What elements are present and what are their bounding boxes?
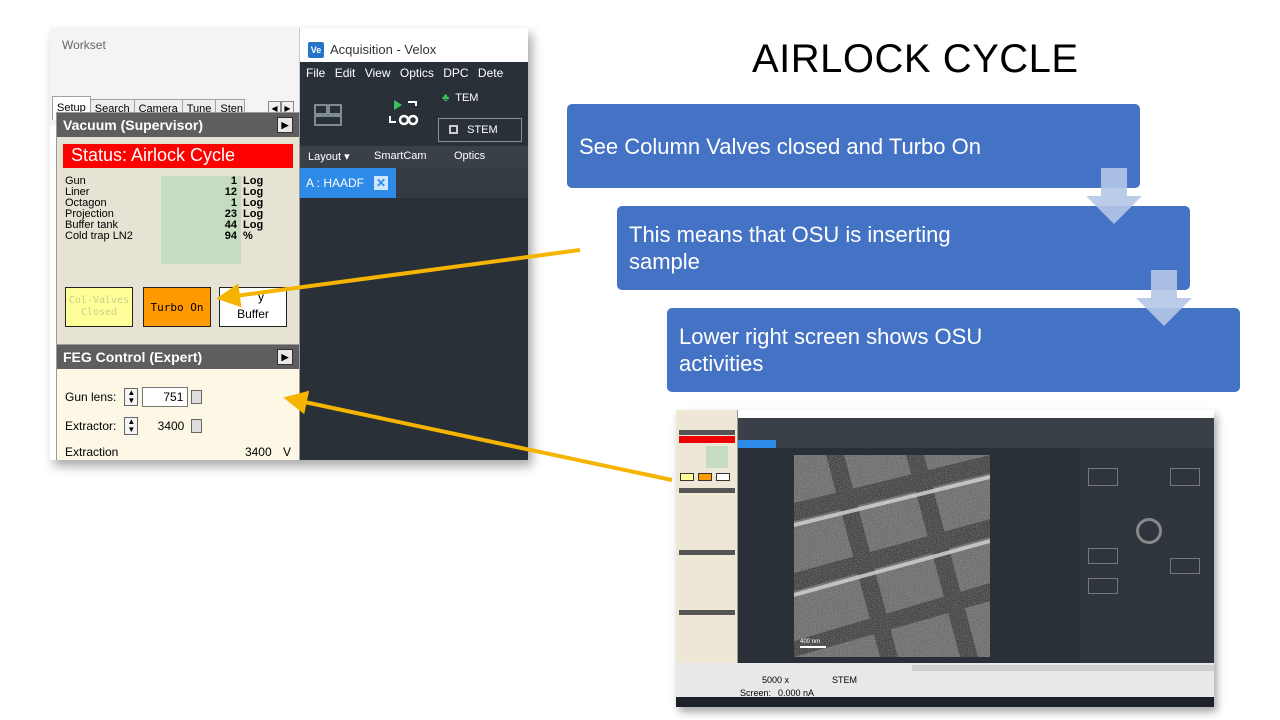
thumb-turbo-button xyxy=(698,473,712,481)
gun-lens-menu-icon[interactable] xyxy=(191,390,203,404)
gun-lens-spinner-icon[interactable]: ▲ ▼ xyxy=(124,388,139,406)
velox-window-title: Acquisition - Velox xyxy=(330,42,437,57)
vacuum-panel: Vacuum (Supervisor) ▶ Status: Airlock Cy… xyxy=(56,112,300,348)
tem-label: TEM xyxy=(455,92,479,104)
slide-title: AIRLOCK CYCLE xyxy=(752,37,1079,81)
extractor-row: Extractor: ▲ ▼ 3400 xyxy=(65,417,203,435)
stem-icon xyxy=(449,125,458,134)
velox-group-labels: Layout ▾ SmartCam Optics xyxy=(300,146,528,168)
tem-mode-button[interactable]: ♣ TEM xyxy=(442,92,478,104)
vacuum-labels: Gun Liner Octagon Projection Buffer tank… xyxy=(65,176,133,242)
thumb-status-bar xyxy=(679,436,735,443)
vacuum-value: 94 xyxy=(224,230,237,242)
vacuum-title-text: Vacuum (Supervisor) xyxy=(63,117,204,133)
buffer-button-label: Buffer xyxy=(237,306,269,321)
thumb-titlebar xyxy=(738,410,1214,418)
tab-a-haadf-label: A : HAADF xyxy=(306,176,365,190)
extractor-value[interactable]: 3400 xyxy=(142,419,188,433)
extraction-value: 3400 xyxy=(244,445,272,459)
thumb-right-panel xyxy=(1080,448,1214,663)
workset-title: Workset xyxy=(50,28,300,64)
vacuum-status: Status: Airlock Cycle xyxy=(63,144,293,168)
panel-expand-icon[interactable]: ▶ xyxy=(277,349,293,365)
vacuum-readings: Gun Liner Octagon Projection Buffer tank… xyxy=(57,176,299,274)
stem-mode-button[interactable]: STEM xyxy=(438,118,522,142)
osu-screen-thumbnail: 400 nm 5000 x STEM Screen: 0.000 nA xyxy=(676,410,1214,707)
step-3-text: Lower right screen shows OSU activities xyxy=(679,324,983,376)
optics-label: Optics xyxy=(454,150,486,162)
down-arrow-icon xyxy=(1086,168,1142,224)
vacuum-label: Cold trap LN2 xyxy=(65,230,133,242)
velox-logo: Ve xyxy=(308,41,324,58)
menu-edit[interactable]: Edit xyxy=(335,66,356,80)
menu-optics[interactable]: Optics xyxy=(400,66,434,80)
vacuum-values: 1 12 1 23 44 94 xyxy=(161,176,241,242)
vacuum-unit: % xyxy=(243,230,253,242)
gun-lens-input[interactable]: 751 xyxy=(142,387,189,407)
menu-dpc[interactable]: DPC xyxy=(443,66,468,80)
close-icon[interactable]: ✕ xyxy=(374,176,389,190)
thumb-stem-image xyxy=(794,455,990,657)
thumb-left-panel xyxy=(676,410,738,663)
down-arrow-icon xyxy=(1136,270,1192,326)
tab-a-haadf[interactable]: A : HAADF ✕ xyxy=(300,168,396,198)
panel-expand-icon[interactable]: ▶ xyxy=(277,117,293,133)
velox-window: Ve Acquisition - Velox File Edit View Op… xyxy=(300,28,528,460)
velox-titlebar: Ve Acquisition - Velox xyxy=(300,28,528,62)
menu-file[interactable]: File xyxy=(306,66,325,80)
thumb-buffer-button xyxy=(716,473,730,481)
layout-dropdown[interactable]: Layout ▾ xyxy=(300,146,370,168)
step-1-box: See Column Valves closed and Turbo On xyxy=(567,104,1140,188)
smartcam-label: SmartCam xyxy=(374,150,427,162)
thumb-vacuum-values xyxy=(706,446,728,468)
vacuum-panel-title: Vacuum (Supervisor) ▶ xyxy=(57,113,299,137)
tem-icon: ♣ xyxy=(442,92,450,104)
thumb-scale-bar xyxy=(800,646,826,648)
gun-lens-row: Gun lens: ▲ ▼ 751 xyxy=(65,387,203,407)
extraction-readout: 3400 V xyxy=(245,445,291,459)
extractor-menu-icon[interactable] xyxy=(191,419,203,433)
extraction-unit: V xyxy=(282,445,291,459)
stem-label: STEM xyxy=(467,124,498,136)
extraction-label: Extraction xyxy=(65,445,119,459)
col-valves-closed-button[interactable]: Col-Valves Closed xyxy=(65,287,133,327)
turbo-on-button[interactable]: Turbo On xyxy=(143,287,211,327)
vacuum-value: 12 xyxy=(224,186,237,198)
velox-ribbon: ♣ TEM STEM xyxy=(300,86,528,146)
vacuum-buttons: Col-Valves Closed Turbo On y Buffer xyxy=(57,287,301,327)
velox-menubar: File Edit View Optics DPC Dete xyxy=(300,62,528,86)
buffer-button[interactable]: y Buffer xyxy=(219,287,287,327)
extractor-spinner-icon[interactable]: ▲ ▼ xyxy=(124,417,139,435)
velox-tabarea: A : HAADF ✕ xyxy=(300,168,528,198)
menu-detectors[interactable]: Dete xyxy=(478,66,503,80)
vacuum-units: Log Log Log Log Log % xyxy=(243,176,263,242)
thumb-magnification: 5000 x xyxy=(762,675,790,685)
menu-view[interactable]: View xyxy=(365,66,391,80)
step-2-text: This means that OSU is inserting sample xyxy=(629,222,951,274)
thumb-mode: STEM xyxy=(832,675,858,685)
thumb-col-valves-button xyxy=(680,473,694,481)
tem-ui-screenshot: Workset Setup Search Camera Tune Sten ◀ … xyxy=(50,28,528,460)
smartcam-icon[interactable] xyxy=(386,98,420,128)
step-1-text: See Column Valves closed and Turbo On xyxy=(579,133,981,159)
feg-control-panel: FEG Control (Expert) ▶ Gun lens: ▲ ▼ 751 … xyxy=(56,344,300,460)
feg-panel-title: FEG Control (Expert) ▶ xyxy=(57,345,299,369)
extractor-label: Extractor: xyxy=(65,419,117,433)
buffer-button-partial: y xyxy=(258,290,264,304)
layout-icon[interactable] xyxy=(314,104,342,126)
extraction-row: Extraction 3400 V xyxy=(65,445,291,459)
gun-lens-label: Gun lens: xyxy=(65,390,117,404)
thumb-scale-label: 400 nm xyxy=(800,639,821,645)
feg-title-text: FEG Control (Expert) xyxy=(63,349,203,365)
thumb-taskbar xyxy=(676,697,1214,707)
